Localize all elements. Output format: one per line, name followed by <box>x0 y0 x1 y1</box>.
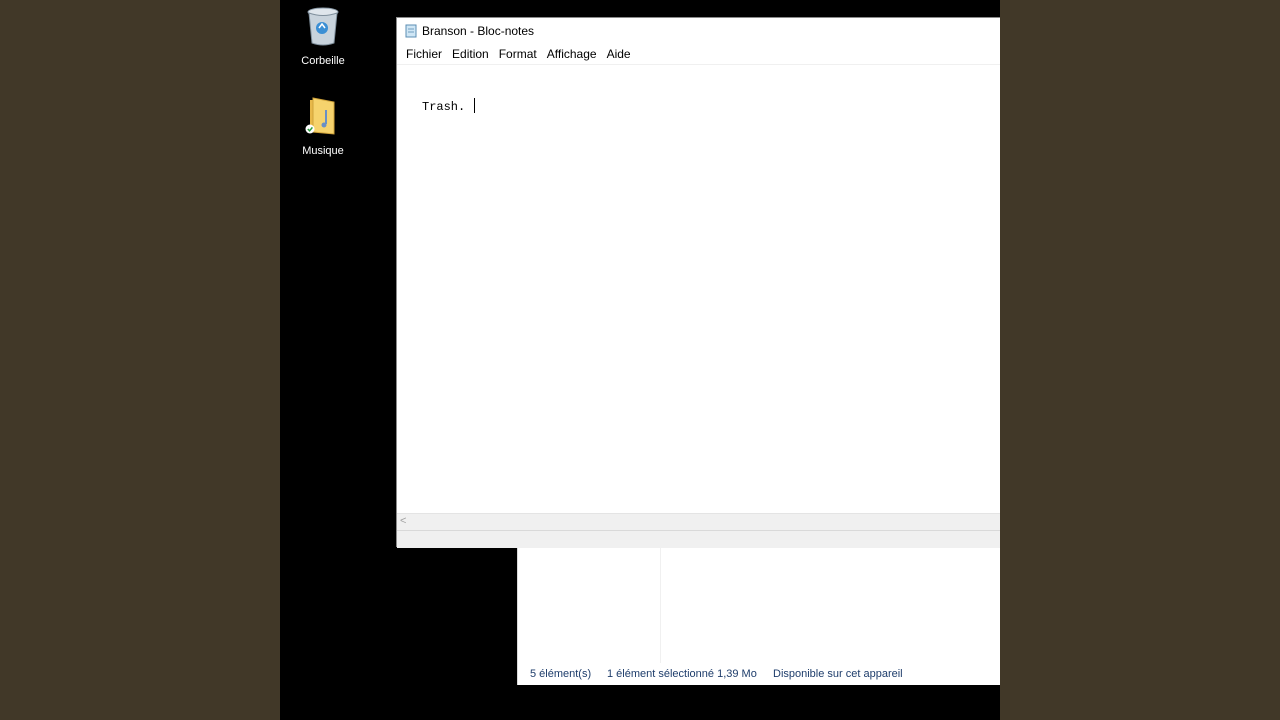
notepad-window: Branson - Bloc-notes Fichier Edition For… <box>396 17 1000 548</box>
menu-format[interactable]: Format <box>494 47 542 61</box>
desktop-icon-label: Corbeille <box>301 55 345 67</box>
editor-content[interactable]: Trash. <box>422 98 476 114</box>
status-item-count: 5 élément(s) <box>530 668 592 680</box>
status-selection: 1 élément sélectionné 1,39 Mo <box>607 668 757 680</box>
notepad-icon <box>404 24 418 38</box>
menu-help[interactable]: Aide <box>602 47 636 61</box>
menu-file[interactable]: Fichier <box>401 47 447 61</box>
explorer-status-bar: 5 élément(s) 1 élément sélectionné 1,39 … <box>518 663 1000 685</box>
text-caret <box>474 98 476 113</box>
editor-text: Trash. <box>422 100 473 114</box>
notepad-status-bar <box>397 530 1000 548</box>
recycle-bin-icon <box>280 6 366 50</box>
horizontal-scrollbar[interactable]: < <box>397 513 1000 531</box>
menu-view[interactable]: Affichage <box>542 47 602 61</box>
music-folder-icon <box>280 96 366 140</box>
status-availability: Disponible sur cet appareil <box>773 668 903 680</box>
scroll-left-arrow-icon[interactable]: < <box>400 515 406 527</box>
window-title: Branson - Bloc-notes <box>422 24 535 38</box>
desktop: Corbeille Musique 5 élément(s) 1 élément… <box>280 0 1000 720</box>
text-editor-area[interactable]: Trash. <box>397 65 1000 513</box>
desktop-icon-recycle-bin[interactable]: Corbeille <box>280 6 366 68</box>
title-bar[interactable]: Branson - Bloc-notes <box>397 18 1000 44</box>
menu-edit[interactable]: Edition <box>447 47 494 61</box>
desktop-icon-music[interactable]: Musique <box>280 96 366 158</box>
desktop-icon-label: Musique <box>302 145 344 157</box>
menu-bar: Fichier Edition Format Affichage Aide <box>397 44 1000 65</box>
